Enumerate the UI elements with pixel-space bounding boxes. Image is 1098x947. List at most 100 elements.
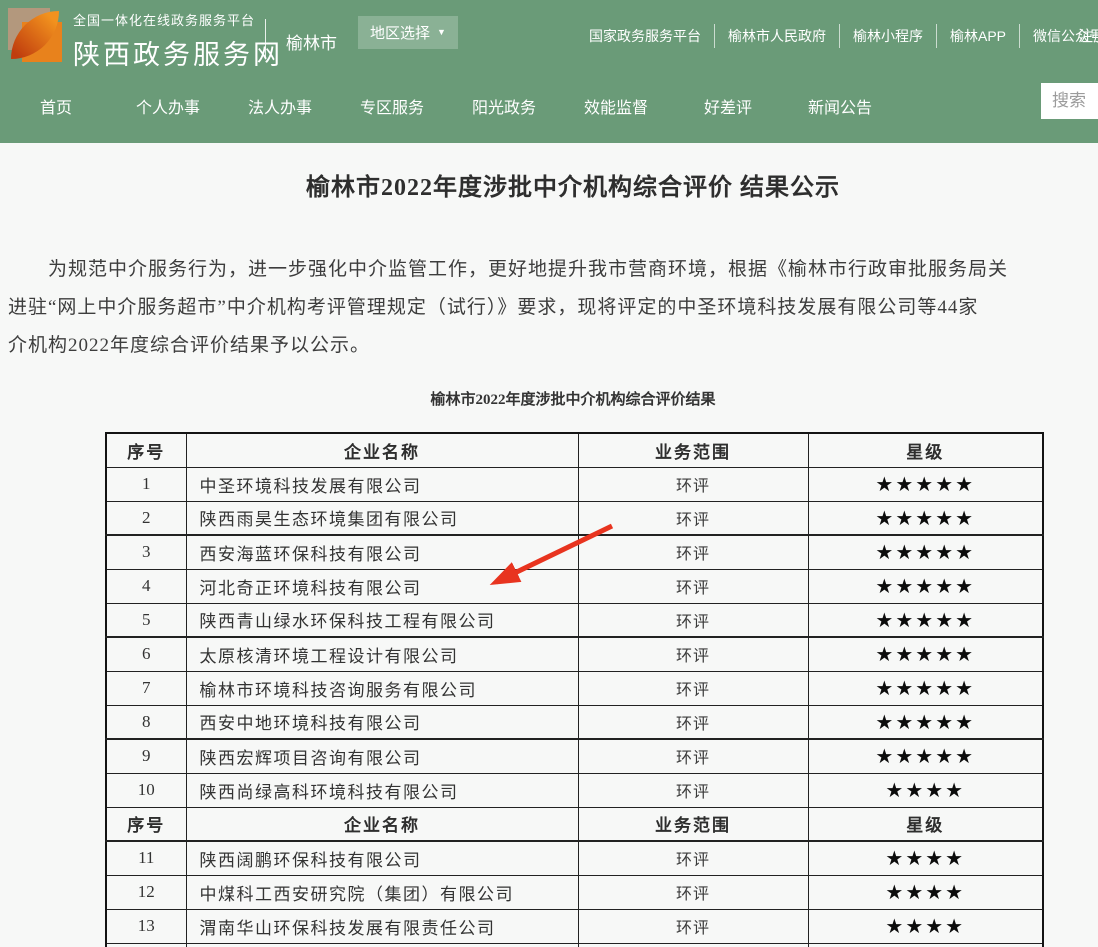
cell-business-scope: 环评 (578, 501, 808, 535)
cell-star-rating: ★★★★ (808, 773, 1043, 807)
main-nav: 首页个人办事法人办事专区服务阳光政务效能监督好差评新闻公告 (0, 75, 1098, 143)
cell-company-name: 西安中地环境科技有限公司 (186, 705, 578, 739)
announcement-paragraph: 为规范中介服务行为，进一步强化中介监管工作，更好地提升我市营商环境，根据《榆林市… (8, 251, 1098, 365)
header-quick-link[interactable]: 榆林APP (936, 24, 1019, 48)
cell-no: 1 (106, 467, 186, 501)
cell-business-scope: 环评 (578, 841, 808, 875)
table-row: 10 陕西尚绿高科环境科技有限公司 环评 ★★★★ (106, 773, 1043, 807)
cell-company-name: 陕西阔鹏环保科技有限公司 (186, 841, 578, 875)
cell-no: 13 (106, 909, 186, 943)
region-selector-button[interactable]: 地区选择 ▼ (358, 16, 458, 49)
announcement-document: 榆林市2022年度涉批中介机构综合评价 结果公示 为规范中介服务行为，进一步强化… (8, 143, 1098, 947)
cell-business-scope: 环评 (578, 637, 808, 671)
table-row: 1 中圣环境科技发展有限公司 环评 ★★★★★ (106, 467, 1043, 501)
page: { "header": { "platform_tagline": "全国一体化… (0, 0, 1098, 947)
table-row: 6 太原核清环境工程设计有限公司 环评 ★★★★★ (106, 637, 1043, 671)
cell-company-name: 渭南华山环保科技发展有限责任公司 (186, 909, 578, 943)
cell-star-rating: ★★★★★ (808, 637, 1043, 671)
current-city-label: 榆林市 (286, 29, 337, 54)
cell-company-name: 中圣环境科技发展有限公司 (186, 467, 578, 501)
site-logo-icon[interactable] (8, 8, 62, 62)
column-header-stars: 星级 (808, 807, 1043, 841)
main-nav-list: 首页个人办事法人办事专区服务阳光政务效能监督好差评新闻公告 (0, 75, 1098, 143)
header-divider (265, 19, 266, 58)
header-quick-link[interactable]: 榆林市人民政府 (714, 24, 839, 48)
cell-no: 11 (106, 841, 186, 875)
cell-company-name: 陕西雨昊生态环境集团有限公司 (186, 501, 578, 535)
paragraph-line: 为规范中介服务行为，进一步强化中介监管工作，更好地提升我市营商环境，根据《榆林市… (8, 251, 1098, 289)
column-header-no: 序号 (106, 433, 186, 467)
table-row: 2 陕西雨昊生态环境集团有限公司 环评 ★★★★★ (106, 501, 1043, 535)
nav-item[interactable]: 阳光政务 (448, 75, 560, 143)
cell-no: 9 (106, 739, 186, 773)
table-row: 4 河北奇正环境科技有限公司 环评 ★★★★★ (106, 569, 1043, 603)
region-selector-label: 地区选择 (370, 22, 430, 43)
cell-company-name: 陕西尚绿高科环境科技有限公司 (186, 773, 578, 807)
cell-star-rating: ★★★★ (808, 841, 1043, 875)
table-row: 11 陕西阔鹏环保科技有限公司 环评 ★★★★ (106, 841, 1043, 875)
cell-business-scope (578, 943, 808, 947)
table-header-row: 序号 企业名称 业务范围 星级 (106, 807, 1043, 841)
cell-business-scope: 环评 (578, 569, 808, 603)
cell-star-rating: ★★★★★ (808, 705, 1043, 739)
cell-company-name (186, 943, 578, 947)
register-link[interactable]: 注册 (1078, 25, 1098, 46)
cell-star-rating: ★★★★★ (808, 569, 1043, 603)
cell-no (106, 943, 186, 947)
cell-no: 6 (106, 637, 186, 671)
cell-no: 3 (106, 535, 186, 569)
table-row: 3 西安海蓝环保科技有限公司 环评 ★★★★★ (106, 535, 1043, 569)
cell-no: 4 (106, 569, 186, 603)
cell-company-name: 太原核清环境工程设计有限公司 (186, 637, 578, 671)
cell-star-rating: ★★★★ (808, 909, 1043, 943)
cell-star-rating: ★★★★★ (808, 603, 1043, 637)
cell-business-scope: 环评 (578, 535, 808, 569)
table-row: 5 陕西青山绿水环保科技工程有限公司 环评 ★★★★★ (106, 603, 1043, 637)
nav-item[interactable]: 法人办事 (224, 75, 336, 143)
cell-company-name: 陕西青山绿水环保科技工程有限公司 (186, 603, 578, 637)
cell-star-rating (808, 943, 1043, 947)
cell-business-scope: 环评 (578, 875, 808, 909)
cell-star-rating: ★★★★★ (808, 671, 1043, 705)
cell-business-scope: 环评 (578, 909, 808, 943)
column-header-scope: 业务范围 (578, 433, 808, 467)
header-quick-link[interactable]: 榆林小程序 (839, 24, 936, 48)
cell-company-name: 中煤科工西安研究院（集团）有限公司 (186, 875, 578, 909)
header-quick-link[interactable]: 国家政务服务平台 (576, 24, 714, 48)
site-header: 全国一体化在线政务服务平台 陕西政务服务网 榆林市 地区选择 ▼ 国家政务服务平… (0, 0, 1098, 143)
column-header-name: 企业名称 (186, 433, 578, 467)
cell-no: 12 (106, 875, 186, 909)
cell-star-rating: ★★★★★ (808, 501, 1043, 535)
cell-business-scope: 环评 (578, 705, 808, 739)
cell-star-rating: ★★★★ (808, 875, 1043, 909)
cell-company-name: 西安海蓝环保科技有限公司 (186, 535, 578, 569)
column-header-no: 序号 (106, 807, 186, 841)
nav-item[interactable]: 效能监督 (560, 75, 672, 143)
nav-item[interactable]: 个人办事 (112, 75, 224, 143)
paragraph-line: 介机构2022年度综合评价结果予以公示。 (8, 327, 1098, 365)
nav-item[interactable]: 专区服务 (336, 75, 448, 143)
cell-business-scope: 环评 (578, 467, 808, 501)
cell-business-scope: 环评 (578, 773, 808, 807)
nav-item[interactable]: 首页 (0, 75, 112, 143)
evaluation-table-body: 序号 企业名称 业务范围 星级 1 中圣环境科技发展有限公司 环评 ★★★★★ … (106, 433, 1043, 947)
cell-company-name: 陕西宏辉项目咨询有限公司 (186, 739, 578, 773)
cell-business-scope: 环评 (578, 739, 808, 773)
chevron-down-icon: ▼ (437, 28, 446, 37)
announcement-page: 榆林市2022年度涉批中介机构综合评价 结果公示 为规范中介服务行为，进一步强化… (0, 143, 1098, 947)
table-caption: 榆林市2022年度涉批中介机构综合评价结果 (8, 392, 1098, 409)
cell-business-scope: 环评 (578, 671, 808, 705)
cell-company-name: 榆林市环境科技咨询服务有限公司 (186, 671, 578, 705)
platform-tagline: 全国一体化在线政务服务平台 (73, 10, 283, 29)
cell-star-rating: ★★★★★ (808, 739, 1043, 773)
table-row: 13 渭南华山环保科技发展有限责任公司 环评 ★★★★ (106, 909, 1043, 943)
nav-item[interactable]: 好差评 (672, 75, 784, 143)
column-header-scope: 业务范围 (578, 807, 808, 841)
search-input[interactable] (1041, 83, 1098, 119)
nav-item[interactable]: 新闻公告 (784, 75, 896, 143)
cell-star-rating: ★★★★★ (808, 467, 1043, 501)
site-name[interactable]: 陕西政务服务网 (73, 33, 283, 72)
cell-no: 5 (106, 603, 186, 637)
column-header-stars: 星级 (808, 433, 1043, 467)
brand-block: 全国一体化在线政务服务平台 陕西政务服务网 (73, 10, 283, 72)
